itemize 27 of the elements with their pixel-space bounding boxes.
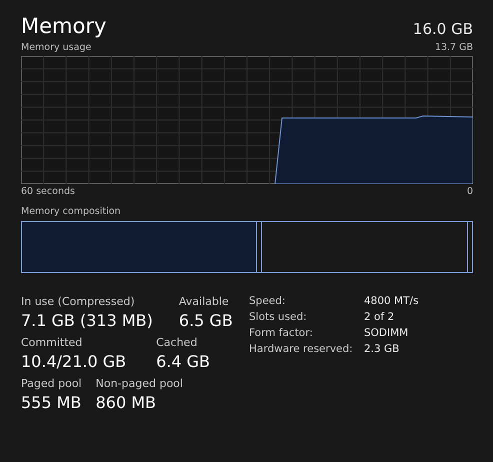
stat-value: 10.4/21.0 GB (21, 352, 126, 371)
stat-label: Available (178, 295, 230, 308)
stat-value: 7.1 GB (313 MB) (21, 311, 153, 330)
stat-value: 6.4 GB (156, 352, 210, 371)
stat-label: Paged pool (21, 377, 82, 390)
detail-label: Hardware reserved: (249, 343, 354, 355)
detail-label: Slots used: (249, 311, 308, 323)
stat-value: 555 MB (21, 393, 82, 412)
stat-label: In use (Compressed) (21, 295, 136, 308)
detail-value: 2.3 GB (364, 343, 400, 355)
detail-label: Form factor: (249, 327, 314, 339)
chart-label: Memory usage (21, 42, 92, 53)
axis-label: 60 seconds (21, 186, 75, 197)
chart-max: 13.7 GB (434, 42, 473, 53)
stat-value: 860 MB (96, 393, 158, 412)
detail-value: 2 of 2 (364, 311, 396, 323)
stat-label: Non-paged pool (96, 377, 183, 390)
total-memory: 16.0 GB (412, 20, 473, 38)
stat-label: Committed (21, 336, 84, 349)
page-title: Memory (21, 14, 106, 38)
detail-label: Speed: (249, 295, 286, 307)
composition-label: Memory composition (21, 206, 121, 217)
stat-label: Cached (156, 336, 198, 349)
detail-value: SODIMM (364, 327, 410, 339)
stat-value: 6.5 GB (178, 311, 233, 330)
axis-label: 0 (466, 186, 473, 197)
detail-value: 4800 MT/s (364, 295, 419, 307)
